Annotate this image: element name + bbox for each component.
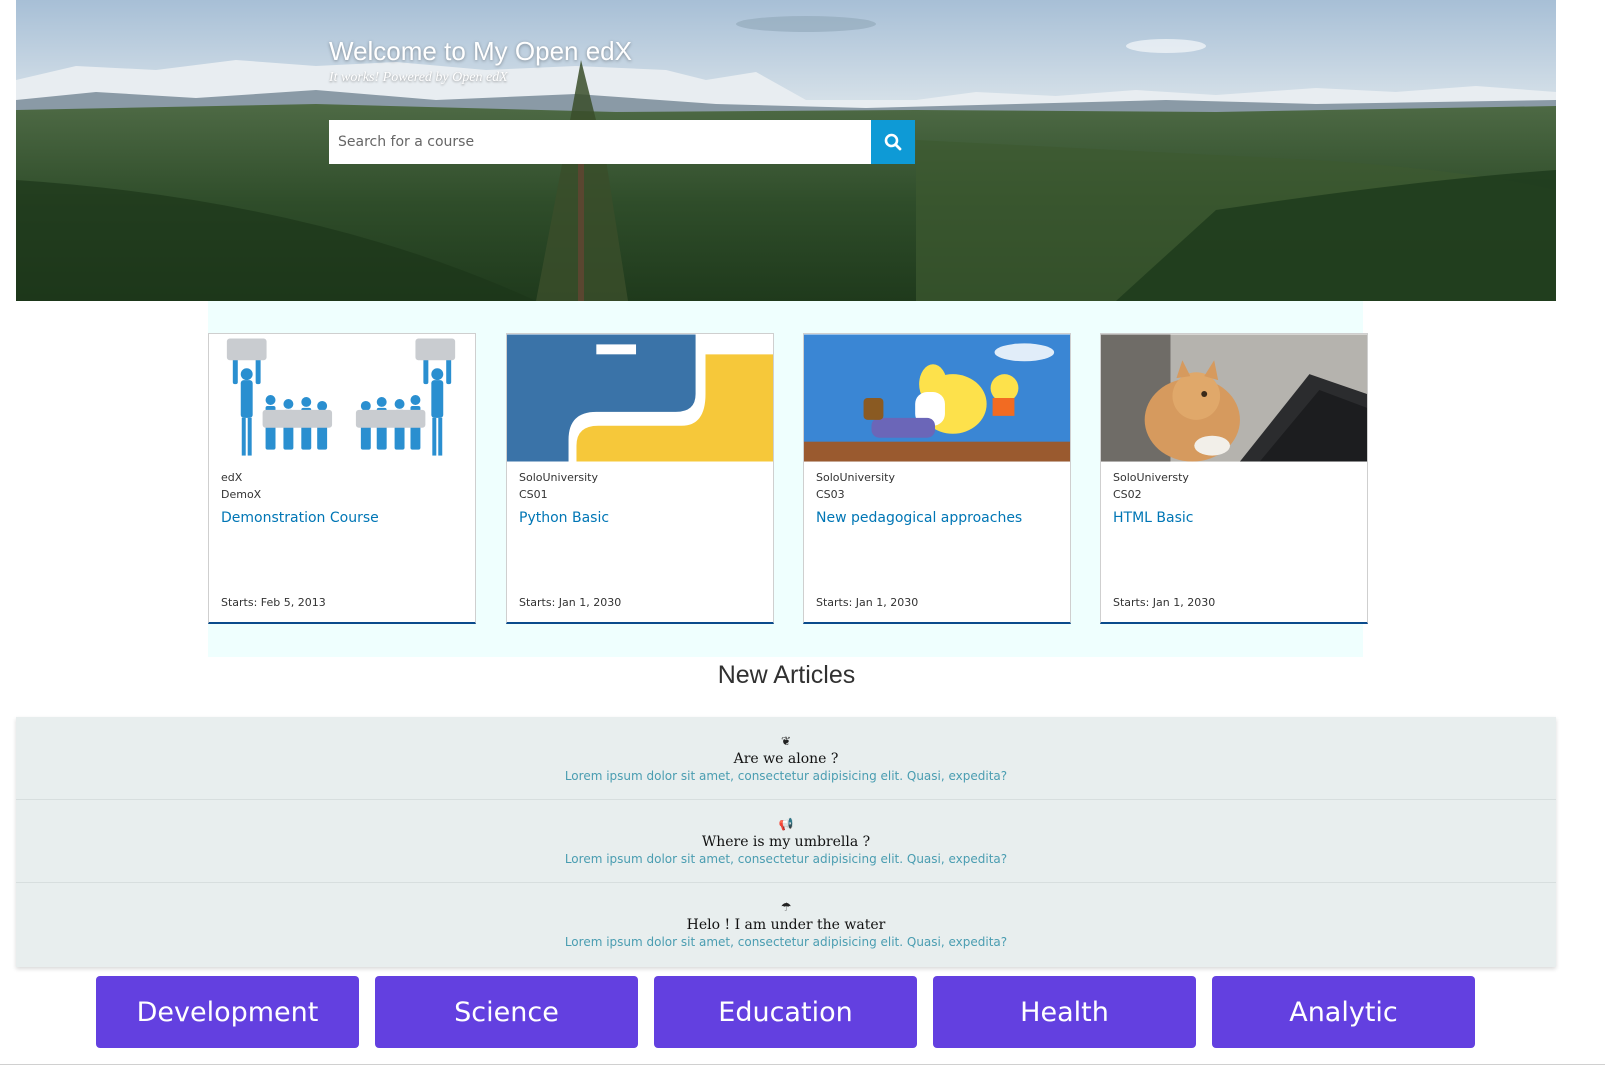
course-search <box>329 120 915 164</box>
article-title: Are we alone ? <box>733 751 839 767</box>
course-image-cat-photo <box>1101 334 1367 462</box>
course-start-date: Starts: Jan 1, 2030 <box>519 596 622 609</box>
course-org: SoloUniversity <box>519 471 598 484</box>
article-excerpt: Lorem ipsum dolor sit amet, consectetur … <box>564 935 1008 949</box>
search-input[interactable] <box>329 120 871 164</box>
course-org: SoloUniversity <box>816 471 895 484</box>
course-code: CS01 <box>519 488 548 501</box>
course-start-date: Starts: Jan 1, 2030 <box>816 596 919 609</box>
article-title: Helo ! I am under the water <box>686 917 886 933</box>
category-button-analytic[interactable]: Analytic <box>1212 976 1475 1048</box>
course-card[interactable]: SoloUniversity CS01 Python Basic Starts:… <box>506 333 774 624</box>
course-title-link[interactable]: New pedagogical approaches <box>816 510 1022 526</box>
category-button-health[interactable]: Health <box>933 976 1196 1048</box>
course-image-python-logo <box>507 334 773 462</box>
article-title: Where is my umbrella ? <box>701 834 871 850</box>
course-image-cartoon <box>804 334 1070 462</box>
course-card[interactable]: SoloUniversty CS02 HTML Basic Starts: Ja… <box>1100 333 1368 624</box>
course-title-link[interactable]: Demonstration Course <box>221 510 379 526</box>
hero-banner: Welcome to My Open edX It works! Powered… <box>16 0 1556 301</box>
course-card[interactable]: SoloUniversity CS03 New pedagogical appr… <box>803 333 1071 624</box>
course-title-link[interactable]: HTML Basic <box>1113 510 1193 526</box>
course-org: edX <box>221 471 243 484</box>
category-button-development[interactable]: Development <box>96 976 359 1048</box>
category-button-education[interactable]: Education <box>654 976 917 1048</box>
article-item[interactable]: 📢 Where is my umbrella ? Lorem ipsum dol… <box>16 800 1556 883</box>
leaf-icon: ❦ <box>780 734 792 748</box>
course-start-date: Starts: Jan 1, 2030 <box>1113 596 1216 609</box>
umbrella-icon: ☂ <box>780 900 792 914</box>
article-item[interactable]: ☂ Helo ! I am under the water Lorem ipsu… <box>16 883 1556 966</box>
footer-divider <box>0 1064 1605 1065</box>
megaphone-icon: 📢 <box>778 817 794 831</box>
articles-heading: New Articles <box>717 661 856 689</box>
course-code: CS03 <box>816 488 845 501</box>
article-item[interactable]: ❦ Are we alone ? Lorem ipsum dolor sit a… <box>16 717 1556 800</box>
course-image-puzzle-people <box>209 334 475 462</box>
course-org: SoloUniversty <box>1113 471 1189 484</box>
category-button-science[interactable]: Science <box>375 976 638 1048</box>
course-code: CS02 <box>1113 488 1142 501</box>
articles-list: ❦ Are we alone ? Lorem ipsum dolor sit a… <box>16 717 1556 967</box>
search-icon <box>884 133 902 151</box>
course-card[interactable]: edX DemoX Demonstration Course Starts: F… <box>208 333 476 624</box>
search-button[interactable] <box>871 120 915 164</box>
article-excerpt: Lorem ipsum dolor sit amet, consectetur … <box>564 769 1008 783</box>
course-title-link[interactable]: Python Basic <box>519 510 609 526</box>
course-start-date: Starts: Feb 5, 2013 <box>221 596 326 609</box>
article-excerpt: Lorem ipsum dolor sit amet, consectetur … <box>564 852 1008 866</box>
hero-title: Welcome to My Open edX <box>329 36 632 66</box>
hero-subtitle: It works! Powered by Open edX <box>329 70 508 85</box>
course-code: DemoX <box>221 488 262 501</box>
